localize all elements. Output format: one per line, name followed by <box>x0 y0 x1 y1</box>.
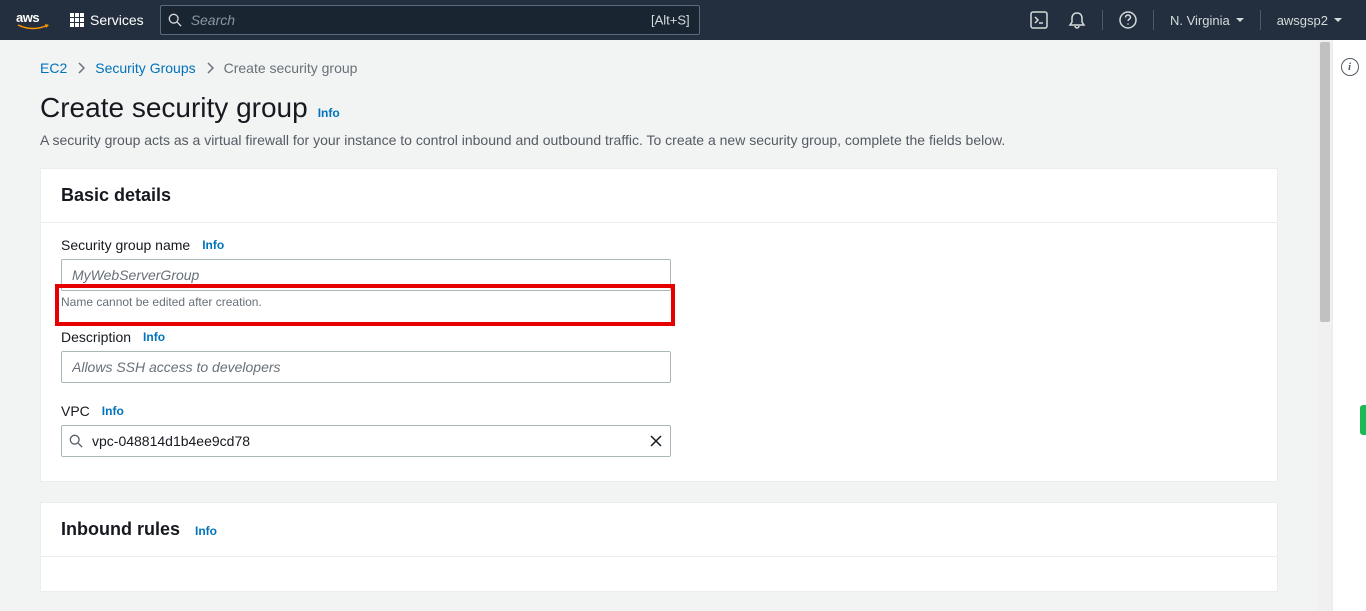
panel-header: Basic details <box>41 169 1277 223</box>
scrollbar-thumb[interactable] <box>1320 42 1330 322</box>
search-wrap: [Alt+S] <box>160 5 700 35</box>
inbound-rules-panel: Inbound rules Info <box>40 502 1278 592</box>
page-title-row: Create security group Info <box>40 92 1278 124</box>
search-icon <box>168 13 182 27</box>
help-icon[interactable] <box>1111 3 1145 37</box>
svg-text:aws: aws <box>16 10 39 25</box>
panel-body: Security group name Info Name cannot be … <box>41 223 1277 481</box>
description-info-link[interactable]: Info <box>143 330 165 344</box>
chevron-right-icon <box>77 62 85 74</box>
account-selector[interactable]: awsgsp2 <box>1269 13 1350 28</box>
divider <box>1102 10 1103 30</box>
inbound-rules-info-link[interactable]: Info <box>195 524 217 538</box>
description-input[interactable] <box>61 351 671 383</box>
breadcrumb: EC2 Security Groups Create security grou… <box>40 56 1278 76</box>
notifications-icon[interactable] <box>1060 3 1094 37</box>
caret-down-icon <box>1334 18 1342 22</box>
content-area: EC2 Security Groups Create security grou… <box>0 40 1318 611</box>
description-label-row: Description Info <box>61 329 1257 345</box>
description-group: Description Info <box>61 329 1257 383</box>
aws-logo[interactable]: aws <box>16 10 50 30</box>
services-label: Services <box>90 12 144 28</box>
sg-name-label-row: Security group name Info <box>61 237 1257 253</box>
vpc-label: VPC <box>61 403 90 419</box>
cloudshell-icon[interactable] <box>1022 3 1056 37</box>
info-panel-toggle[interactable]: i <box>1341 58 1359 76</box>
services-grid-icon <box>70 13 84 27</box>
panel-body <box>41 557 1277 591</box>
basic-details-panel: Basic details Security group name Info N… <box>40 168 1278 482</box>
scrollbar[interactable] <box>1318 40 1332 611</box>
inbound-rules-title-text: Inbound rules <box>61 519 180 539</box>
sg-name-label: Security group name <box>61 237 190 253</box>
caret-down-icon <box>1236 18 1244 22</box>
region-label: N. Virginia <box>1170 13 1230 28</box>
breadcrumb-ec2[interactable]: EC2 <box>40 60 67 76</box>
breadcrumb-current: Create security group <box>224 60 358 76</box>
search-shortcut: [Alt+S] <box>651 13 690 28</box>
page-title: Create security group <box>40 92 308 124</box>
services-button[interactable]: Services <box>70 12 144 28</box>
vpc-wrap <box>61 425 671 457</box>
divider <box>1153 10 1154 30</box>
aws-logo-icon: aws <box>16 10 50 30</box>
feedback-tab[interactable] <box>1360 405 1366 435</box>
basic-details-title: Basic details <box>61 185 1257 206</box>
breadcrumb-security-groups[interactable]: Security Groups <box>95 60 195 76</box>
account-label: awsgsp2 <box>1277 13 1328 28</box>
search-input[interactable] <box>160 5 700 35</box>
right-rail: i <box>1332 40 1366 611</box>
vpc-input[interactable] <box>61 425 671 457</box>
sg-name-input[interactable] <box>61 259 671 291</box>
chevron-right-icon <box>206 62 214 74</box>
top-header: aws Services [Alt+S] N. Virginia <box>0 0 1366 40</box>
vpc-label-row: VPC Info <box>61 403 1257 419</box>
sg-name-info-link[interactable]: Info <box>202 238 224 252</box>
region-selector[interactable]: N. Virginia <box>1162 13 1252 28</box>
page-info-link[interactable]: Info <box>318 106 340 120</box>
vpc-info-link[interactable]: Info <box>102 404 124 418</box>
page-description: A security group acts as a virtual firew… <box>40 132 1278 148</box>
sg-name-group: Security group name Info Name cannot be … <box>61 237 1257 309</box>
description-label: Description <box>61 329 131 345</box>
divider <box>1260 10 1261 30</box>
sg-name-helper: Name cannot be edited after creation. <box>61 295 1257 309</box>
clear-icon[interactable] <box>649 434 663 448</box>
header-right: N. Virginia awsgsp2 <box>1022 3 1350 37</box>
search-icon <box>69 434 83 448</box>
vpc-group: VPC Info <box>61 403 1257 457</box>
main-wrap: EC2 Security Groups Create security grou… <box>0 40 1366 611</box>
inbound-rules-title: Inbound rules Info <box>61 519 1257 540</box>
panel-header: Inbound rules Info <box>41 503 1277 557</box>
